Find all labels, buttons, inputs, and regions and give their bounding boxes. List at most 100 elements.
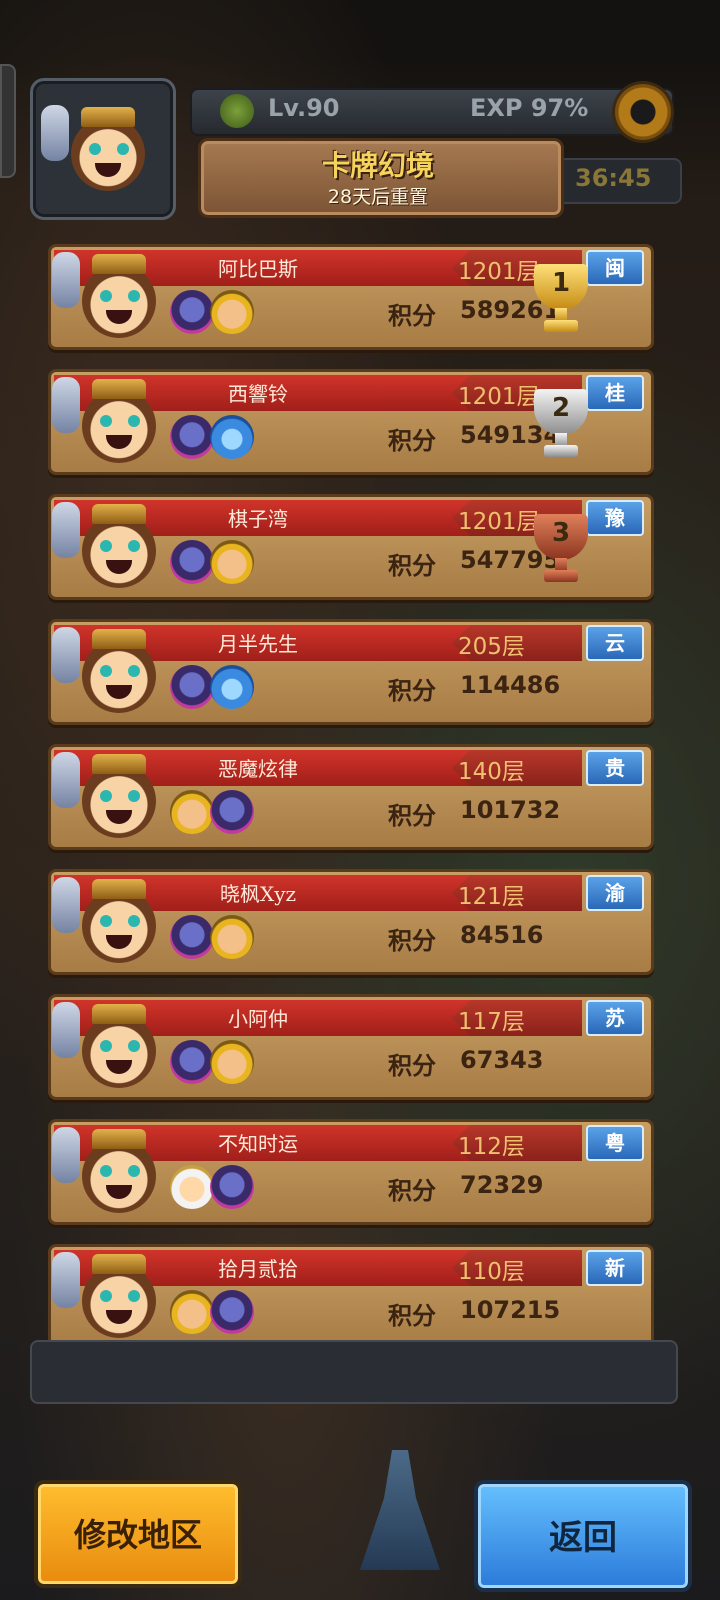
avatar-eye bbox=[128, 1040, 140, 1052]
avatar-eye bbox=[89, 143, 101, 155]
skull-icon bbox=[52, 1127, 80, 1183]
player-avatar-frame[interactable] bbox=[30, 78, 176, 220]
avatar-eye bbox=[128, 415, 140, 427]
pet-purple-icon bbox=[210, 790, 254, 834]
skull-icon bbox=[41, 105, 69, 161]
skull-icon bbox=[52, 377, 80, 433]
score-value: 84516 bbox=[460, 921, 544, 949]
crown-icon bbox=[81, 107, 135, 127]
floor-count: 205层 bbox=[458, 634, 525, 660]
floor-count: 117层 bbox=[458, 1009, 525, 1035]
score-label: 积分 bbox=[388, 1302, 436, 1330]
leaderboard-row[interactable]: 拾月贰拾 110层 新积分 107215 bbox=[48, 1240, 654, 1350]
pet-team bbox=[170, 915, 270, 961]
crown-icon bbox=[92, 1129, 146, 1149]
pet-purple-icon bbox=[170, 540, 214, 584]
score-label: 积分 bbox=[388, 552, 436, 580]
player-name: 不知时运 bbox=[218, 1132, 298, 1156]
back-label: 返回 bbox=[549, 1518, 617, 1558]
timer-text: 36:45 bbox=[575, 164, 652, 192]
score-value: 101732 bbox=[460, 796, 561, 824]
score-label: 积分 bbox=[388, 927, 436, 955]
avatar-eye bbox=[128, 790, 140, 802]
avatar-head bbox=[82, 1264, 156, 1338]
floor-count: 140层 bbox=[458, 759, 525, 785]
skull-icon bbox=[52, 1252, 80, 1308]
leaderboard-row[interactable]: 阿比巴斯 1201层闽积分 589261 1 bbox=[48, 240, 654, 350]
leaderboard-row[interactable]: 棋子湾 1201层豫积分 547795 3 bbox=[48, 490, 654, 600]
leaderboard-row[interactable]: 小阿仲 117层 苏积分 67343 bbox=[48, 990, 654, 1100]
leaderboard-row[interactable]: 西響铃 1201层桂积分 549134 2 bbox=[48, 365, 654, 475]
pet-purple-icon bbox=[170, 1040, 214, 1084]
pet-white-icon bbox=[170, 1165, 214, 1209]
avatar-head bbox=[82, 389, 156, 463]
crown-icon bbox=[92, 1004, 146, 1024]
trophy-rank: 3 bbox=[551, 518, 571, 548]
pet-team bbox=[170, 665, 270, 711]
region-badge: 苏 bbox=[586, 1000, 644, 1036]
leaderboard-row[interactable]: 晓枫Xyz 121层 渝积分 84516 bbox=[48, 865, 654, 975]
pet-blue-icon bbox=[210, 665, 254, 709]
pet-blond-icon bbox=[170, 1290, 214, 1334]
reset-countdown: 28天后重置 bbox=[327, 186, 429, 208]
crown-icon bbox=[92, 1254, 146, 1274]
avatar-eye bbox=[100, 790, 112, 802]
pet-team bbox=[170, 290, 270, 336]
region-badge: 新 bbox=[586, 1250, 644, 1286]
crown-icon bbox=[92, 629, 146, 649]
pet-team bbox=[170, 540, 270, 586]
avatar-head bbox=[82, 514, 156, 588]
avatar-eye bbox=[100, 1290, 112, 1302]
score-label: 积分 bbox=[388, 802, 436, 830]
score-value: 114486 bbox=[460, 671, 561, 699]
region-badge: 渝 bbox=[586, 875, 644, 911]
avatar-head bbox=[82, 639, 156, 713]
avatar-eye bbox=[100, 915, 112, 927]
leaderboard-row[interactable]: 恶魔炫律 140层 贵积分 101732 bbox=[48, 740, 654, 850]
pet-blond-icon bbox=[210, 540, 254, 584]
pet-blue-icon bbox=[210, 415, 254, 459]
trophy-base bbox=[544, 570, 578, 582]
score-value: 107215 bbox=[460, 1296, 561, 1324]
exp-text: EXP 97% bbox=[470, 94, 589, 122]
avatar-head bbox=[82, 1139, 156, 1213]
avatar-eye bbox=[128, 915, 140, 927]
avatar-head bbox=[82, 1014, 156, 1088]
leaderboard-row[interactable]: 月半先生 205层 云积分 114486 bbox=[48, 615, 654, 725]
pet-purple-icon bbox=[170, 665, 214, 709]
score-label: 积分 bbox=[388, 677, 436, 705]
trophy-base bbox=[544, 320, 578, 332]
page-title: 卡牌幻境 bbox=[321, 149, 434, 182]
trophy-base bbox=[544, 445, 578, 457]
floor-count: 121层 bbox=[458, 884, 525, 910]
back-button[interactable]: 返回 bbox=[474, 1480, 692, 1592]
leaderboard-list[interactable]: 阿比巴斯 1201层闽积分 589261 1 西響铃 1201层桂积分 549134 2 棋子湾… bbox=[44, 240, 654, 1400]
avatar bbox=[41, 99, 161, 197]
avatar-eye bbox=[100, 540, 112, 552]
score-label: 积分 bbox=[388, 1052, 436, 1080]
trophy-bronze-icon: 3 bbox=[526, 508, 596, 588]
avatar-eye bbox=[128, 665, 140, 677]
level-text: Lv.90 bbox=[268, 94, 340, 122]
level-bar bbox=[190, 88, 674, 136]
clover-icon bbox=[220, 94, 254, 128]
trophy-silver-icon: 2 bbox=[526, 383, 596, 463]
change-region-button[interactable]: 修改地区 bbox=[34, 1480, 242, 1588]
trophy-gold-icon: 1 bbox=[526, 258, 596, 338]
score-value: 67343 bbox=[460, 1046, 544, 1074]
pet-team bbox=[170, 1290, 270, 1336]
score-label: 积分 bbox=[388, 1177, 436, 1205]
region-badge: 贵 bbox=[586, 750, 644, 786]
pet-purple-icon bbox=[170, 415, 214, 459]
gear-icon[interactable] bbox=[615, 84, 671, 140]
leaderboard-row[interactable]: 不知时运 112层 粤积分 72329 bbox=[48, 1115, 654, 1225]
pet-purple-icon bbox=[170, 915, 214, 959]
pet-team bbox=[170, 415, 270, 461]
pet-blond-icon bbox=[170, 790, 214, 834]
crown-icon bbox=[92, 754, 146, 774]
player-name: 小阿仲 bbox=[228, 1007, 288, 1031]
crown-icon bbox=[92, 504, 146, 524]
side-tab[interactable] bbox=[0, 64, 16, 178]
pet-team bbox=[170, 1165, 270, 1211]
score-label: 积分 bbox=[388, 302, 436, 330]
